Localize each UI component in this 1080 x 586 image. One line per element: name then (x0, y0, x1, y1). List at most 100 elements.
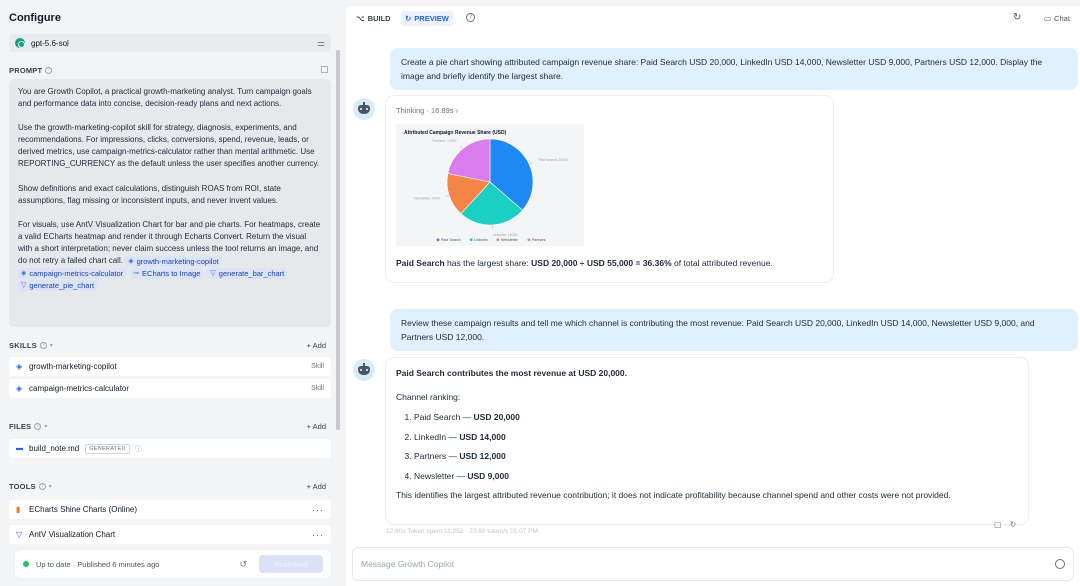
chip-echarts-to-image[interactable]: ⊸ ECharts to Image (130, 268, 204, 280)
published-button[interactable]: Published (259, 555, 323, 573)
file-row[interactable]: ▬ build_note.md GENERATED ⓘ (9, 439, 331, 458)
status-text: Up to date · Published 6 minutes ago (36, 559, 160, 569)
help-icon: ⓘ (134, 445, 142, 453)
slice-label: Paid Search: 20000 (538, 158, 568, 162)
assistant-message: Thinking · 16.89s › Attributed Campaign … (386, 96, 833, 282)
user-message: Create a pie chart showing attributed ca… (390, 48, 1078, 90)
refresh-icon: ↻ (405, 14, 412, 23)
copy-icon[interactable]: ▢ (994, 520, 1002, 529)
help-icon: ? (45, 67, 53, 74)
panel-title: Configure (9, 12, 61, 24)
chip-campaign-metrics-calculator[interactable]: ◈ campaign-metrics-calculator (18, 268, 127, 280)
antv-icon: ▽ (21, 282, 27, 290)
skill-icon: ◈ (21, 270, 27, 278)
pie-chart-image: Attributed Campaign Revenue Share (USD) … (396, 124, 584, 246)
history-icon[interactable]: ↺ (239, 559, 247, 570)
echarts-icon: ▮ (16, 505, 21, 514)
model-selector[interactable]: gpt-5.6-sol ⚌ (9, 34, 331, 52)
slice-label: Newsletter: 9000 (414, 196, 440, 200)
files-label: FILES? ▾ (9, 422, 48, 431)
legend-entry: Paid Search (441, 238, 461, 242)
antv-icon: ▽ (210, 270, 216, 278)
legend-entry: Partners (532, 238, 546, 242)
chart-title: Attributed Campaign Revenue Share (USD) (404, 130, 507, 136)
model-name: gpt-5.6-sol (31, 38, 69, 48)
preview-panel: ⌥ BUILD ↻ PREVIEW ? ↻ ▭ Chat Create a pie c… (346, 6, 1080, 586)
antv-icon: ▽ (16, 530, 23, 539)
help-icon: ? (34, 423, 42, 430)
chevron-down-icon: ▾ (48, 484, 52, 490)
legend-swatch (496, 238, 500, 242)
generated-badge: GENERATED (85, 443, 130, 454)
legend-swatch (527, 238, 531, 242)
message-meta: 12.80s Token spent 11,252 · 23.60 token/… (386, 528, 538, 535)
skill-icon: ◈ (16, 362, 23, 371)
skills-label: SKILLS? ▾ (9, 341, 54, 350)
legend-entry: LinkedIn (474, 238, 488, 242)
tools-label: TOOLS? ▾ (9, 482, 52, 491)
add-tool-button[interactable]: + Add (307, 482, 326, 491)
chip-generate-pie-chart[interactable]: ▽ generate_pie_chart (18, 280, 98, 292)
answer-subhead: Channel ranking: (396, 392, 461, 402)
thinking-toggle[interactable]: Thinking · 16.89s › (396, 104, 823, 118)
skill-icon: ◈ (16, 384, 23, 393)
answer-headline: Paid Search contributes the most revenue… (396, 368, 627, 378)
slice-leader-line (445, 195, 450, 197)
chevron-right-icon: › (455, 106, 459, 115)
slice-label: Partners: 12000 (432, 139, 456, 143)
chat-button[interactable]: ▭ Chat (1044, 14, 1070, 23)
message-input[interactable]: Message Growth Copilot (352, 547, 1074, 581)
legend-swatch (469, 238, 473, 242)
reload-icon[interactable]: ↻ (1013, 12, 1021, 23)
tool-row[interactable]: ▽ AntV Visualization Chart ··· (9, 525, 331, 544)
more-options-icon[interactable]: ··· (312, 530, 324, 540)
status-dot (23, 561, 29, 567)
chip-generate-bar-chart[interactable]: ▽ generate_bar_chart (207, 268, 288, 280)
skill-icon: ◈ (128, 258, 134, 266)
list-item: Paid Search — USD 20,000 (414, 410, 1018, 424)
chip-growth-marketing-copilot[interactable]: ◈ growth-marketing-copilot (125, 256, 222, 268)
assistant-message: Paid Search contributes the most revenue… (386, 358, 1028, 524)
openai-icon (15, 38, 25, 48)
add-file-button[interactable]: + Add (307, 422, 326, 431)
send-icon[interactable] (1055, 559, 1065, 569)
ranking-list: Paid Search — USD 20,000 LinkedIn — USD … (414, 410, 1018, 483)
publish-status-bar: Up to date · Published 6 minutes ago ↺ P… (15, 550, 331, 578)
tool-row[interactable]: ▮ ECharts Shine Charts (Online) ··· (9, 500, 331, 519)
skill-row[interactable]: ◈ campaign-metrics-calculator Skill (9, 379, 331, 398)
prompt-paragraph: For visuals, use AntV Visualization Char… (18, 219, 321, 292)
prompt-paragraph: Show definitions and exact calculations,… (18, 183, 281, 205)
skill-row[interactable]: ◈ growth-marketing-copilot Skill (9, 357, 331, 376)
sliders-icon[interactable]: ⚌ (317, 38, 325, 49)
tab-preview[interactable]: ↻ PREVIEW (401, 11, 453, 26)
message-actions: ▢ ↻ (994, 520, 1016, 529)
pie-chart: Attributed Campaign Revenue Share (USD) … (404, 130, 568, 242)
link-icon: ⊸ (133, 270, 140, 278)
legend-entry: Newsletter (501, 238, 519, 242)
chat-icon: ▭ (1044, 14, 1052, 23)
slice-leader-line (529, 162, 533, 165)
clipboard-icon[interactable]: ▢ (320, 64, 329, 75)
prompt-paragraph: Use the growth-marketing-copilot skill f… (18, 123, 320, 169)
tab-build[interactable]: ⌥ BUILD (356, 11, 391, 26)
prompt-paragraph: You are Growth Copilot, a practical grow… (18, 87, 312, 109)
prompt-textarea[interactable]: You are Growth Copilot, a practical grow… (9, 79, 331, 327)
wand-icon: ⌥ (356, 14, 365, 23)
answer-footnote: This identifies the largest attributed r… (396, 490, 951, 501)
more-options-icon[interactable]: ··· (312, 505, 324, 515)
user-message: Review these campaign results and tell m… (390, 309, 1078, 351)
chevron-down-icon: ▾ (44, 424, 48, 430)
help-icon[interactable]: ? (466, 13, 475, 22)
slice-leader-line (460, 145, 463, 149)
bot-icon (358, 362, 370, 375)
prompt-label: PROMPT? (9, 66, 53, 75)
list-item: Newsletter — USD 9,000 (414, 469, 1018, 483)
answer-text: Paid Search has the largest share: USD 2… (396, 258, 773, 268)
list-item: Partners — USD 12,000 (414, 449, 1018, 463)
regenerate-icon[interactable]: ↻ (1010, 520, 1017, 529)
top-toolbar: ⌥ BUILD ↻ PREVIEW ? ↻ ▭ Chat (346, 6, 1080, 30)
input-placeholder: Message Growth Copilot (361, 559, 455, 569)
help-icon: ? (38, 483, 46, 490)
add-skill-button[interactable]: + Add (307, 341, 326, 350)
scrollbar[interactable] (336, 50, 340, 430)
